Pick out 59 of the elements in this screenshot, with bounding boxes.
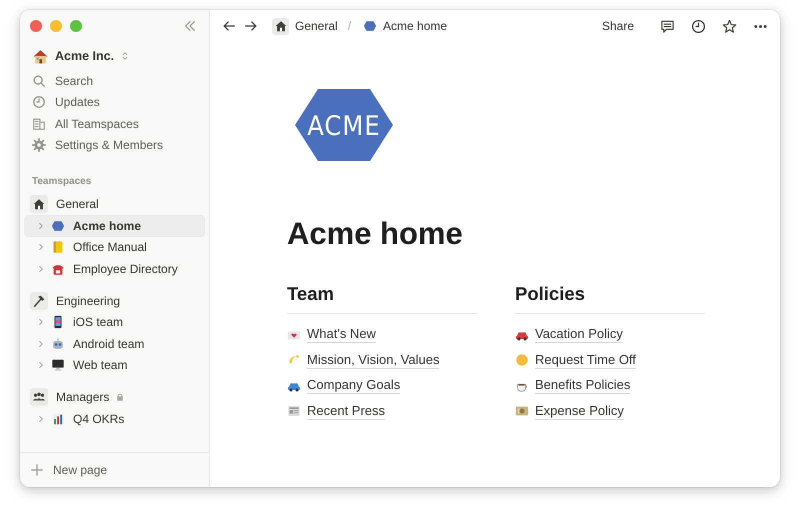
sidebar-page-item[interactable]: iOS team bbox=[24, 312, 205, 333]
clock-icon bbox=[32, 95, 46, 110]
teamspace-item[interactable]: General bbox=[24, 193, 205, 215]
page-link[interactable]: Expense Policy bbox=[535, 402, 624, 420]
page-link[interactable]: What's New bbox=[307, 326, 376, 344]
back-arrow-icon[interactable] bbox=[222, 19, 236, 33]
badge-icon bbox=[51, 218, 65, 233]
gear-icon bbox=[32, 138, 46, 152]
notebook-icon bbox=[51, 240, 65, 254]
page-link[interactable]: Company Goals bbox=[307, 377, 400, 394]
page-link[interactable]: Request Time Off bbox=[535, 352, 636, 369]
new-page-button[interactable]: New page bbox=[20, 452, 209, 487]
sidebar-page-item[interactable]: Q4 OKRs bbox=[24, 408, 205, 430]
teamspace-item[interactable]: Engineering bbox=[24, 290, 205, 312]
sidebar-page-item[interactable]: Web team bbox=[24, 354, 205, 376]
breadcrumb-link[interactable]: General bbox=[272, 18, 338, 34]
share-button[interactable]: Share bbox=[602, 19, 634, 33]
breadcrumb-separator: / bbox=[348, 19, 352, 33]
sidebar-page-item[interactable]: Acme home bbox=[24, 215, 205, 236]
computer-icon bbox=[51, 358, 65, 372]
sidebar-nav-item[interactable]: Search bbox=[24, 70, 205, 92]
section-label: Teamspaces bbox=[31, 175, 92, 189]
newspaper-icon bbox=[287, 404, 301, 418]
page-link[interactable]: Vacation Policy bbox=[535, 326, 623, 344]
sidebar-nav-item[interactable]: All Teamspaces bbox=[24, 113, 205, 134]
window-controls-drawing[interactable] bbox=[30, 20, 82, 32]
hammer-icon bbox=[32, 294, 46, 308]
chevron-updown-icon bbox=[120, 51, 130, 61]
star-icon[interactable] bbox=[722, 18, 737, 34]
sidebar-page-item[interactable]: Office Manual bbox=[24, 236, 205, 258]
search-icon bbox=[32, 74, 46, 88]
sidebar-page-item[interactable]: Employee Directory bbox=[24, 258, 205, 280]
page-link[interactable]: Recent Press bbox=[307, 402, 386, 420]
badge-icon bbox=[363, 19, 378, 33]
forward-arrow-icon[interactable] bbox=[244, 19, 258, 33]
clock-icon[interactable] bbox=[691, 18, 706, 34]
house-icon bbox=[274, 19, 288, 33]
robot-icon bbox=[51, 336, 65, 351]
sidebar-nav-item[interactable]: Settings & Members bbox=[24, 134, 205, 156]
building-icon bbox=[32, 116, 46, 131]
plus-icon bbox=[30, 463, 44, 477]
collapse-sidebar-icon[interactable] bbox=[183, 19, 197, 33]
column-heading: Policies bbox=[515, 283, 705, 314]
comment-icon[interactable] bbox=[660, 18, 675, 34]
column-heading: Team bbox=[287, 283, 477, 314]
sidebar-nav-item[interactable]: Updates bbox=[24, 92, 205, 113]
page-link[interactable]: Mission, Vision, Values bbox=[307, 352, 440, 369]
bar-chart-icon bbox=[51, 412, 65, 426]
sidebar-page-item[interactable]: Android team bbox=[24, 333, 205, 354]
face-icon bbox=[515, 353, 529, 368]
house-icon bbox=[32, 197, 46, 211]
acme-logo: ACME bbox=[294, 88, 394, 162]
page-title: Acme home bbox=[287, 215, 464, 253]
money-icon bbox=[515, 404, 529, 418]
breadcrumb-link[interactable]: Acme home bbox=[363, 19, 448, 33]
teamspace-item[interactable]: Managers bbox=[24, 386, 205, 408]
workspace-switcher[interactable]: Acme Inc. bbox=[24, 42, 205, 70]
house-icon bbox=[32, 48, 49, 64]
page-link[interactable]: Benefits Policies bbox=[535, 377, 630, 394]
